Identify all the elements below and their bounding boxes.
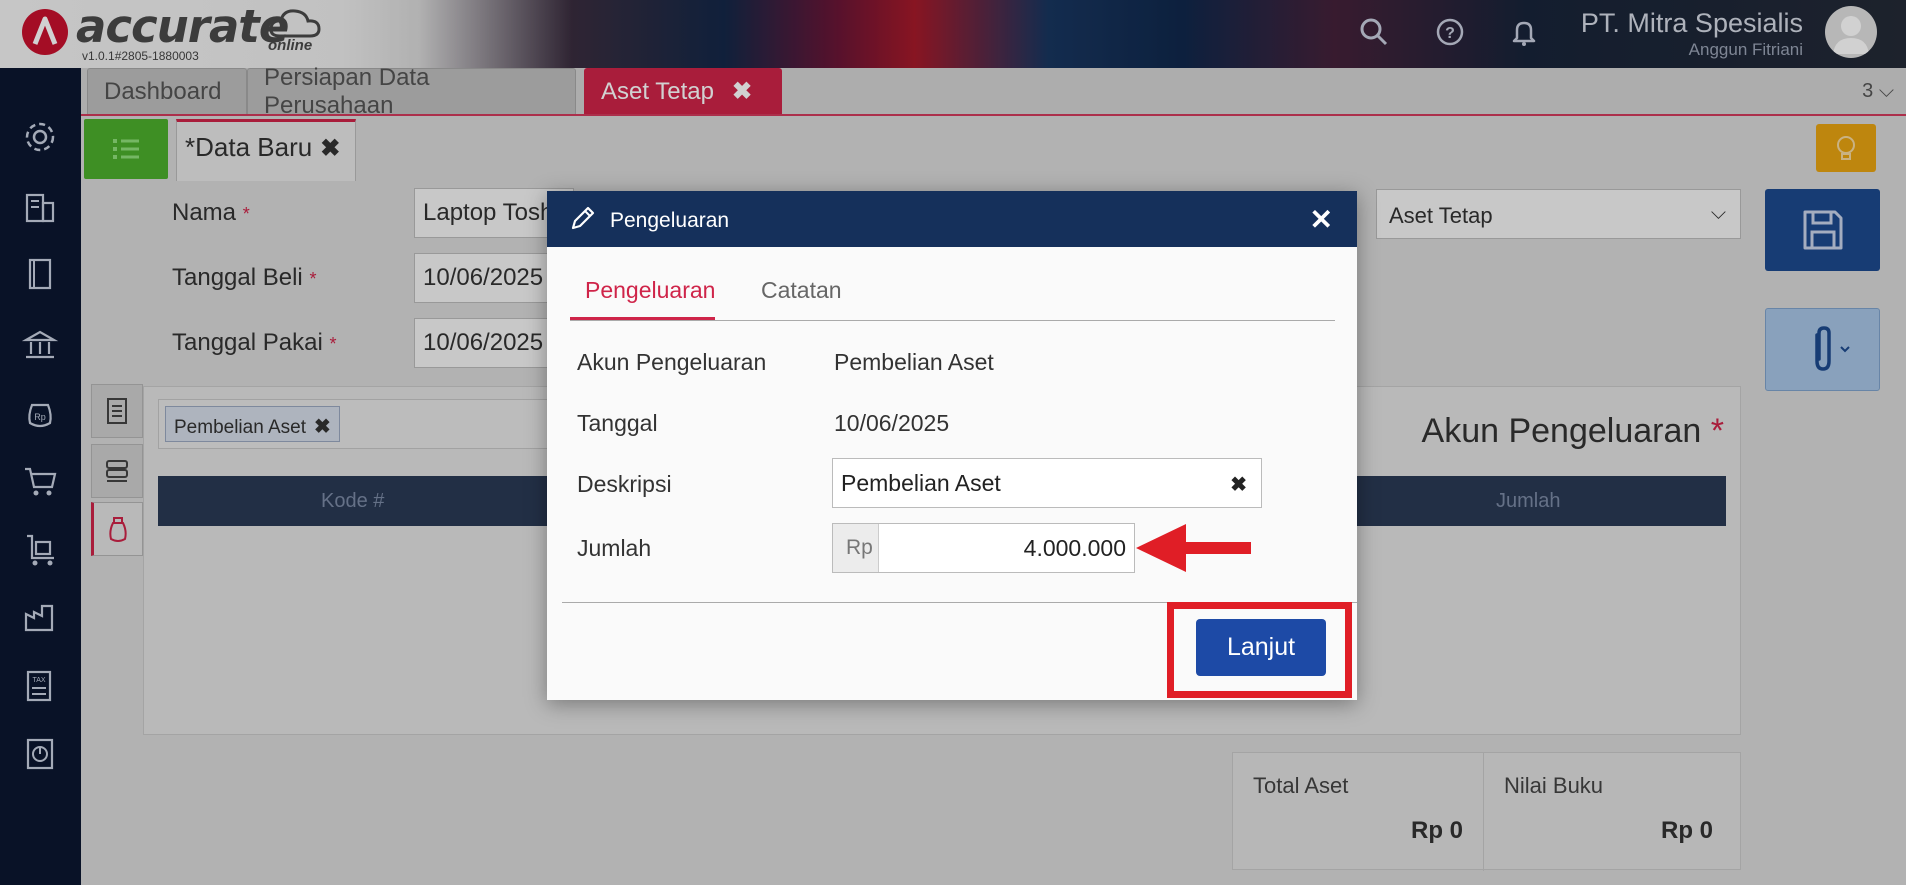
akun-label: Akun Pengeluaran: [577, 349, 767, 375]
dialog-title: Pengeluaran: [610, 209, 730, 232]
tabs-divider: [570, 320, 1335, 321]
deskripsi-text: Pembelian Aset: [841, 470, 1001, 496]
currency-prefix: Rp: [833, 524, 879, 572]
close-icon[interactable]: ✕: [1310, 203, 1333, 236]
deskripsi-label: Deskripsi: [577, 471, 672, 497]
jumlah-label: Jumlah: [577, 535, 652, 561]
tab-pengeluaran[interactable]: Pengeluaran: [585, 277, 715, 304]
pencil-icon: [571, 206, 595, 230]
jumlah-value: 4.000.000: [1023, 535, 1126, 561]
jumlah-input[interactable]: Rp 4.000.000: [832, 523, 1135, 573]
deskripsi-input[interactable]: Pembelian Aset ✖: [832, 458, 1262, 508]
dialog-header: Pengeluaran ✕: [547, 191, 1357, 247]
clear-icon[interactable]: ✖: [1230, 472, 1247, 497]
red-highlight-box: [1167, 602, 1352, 698]
tanggal-value: 10/06/2025: [834, 410, 950, 436]
akun-value: Pembelian Aset: [834, 349, 994, 375]
red-arrow-annotation: [1136, 524, 1251, 572]
tab-catatan[interactable]: Catatan: [761, 277, 842, 304]
tanggal-label: Tanggal: [577, 410, 658, 436]
